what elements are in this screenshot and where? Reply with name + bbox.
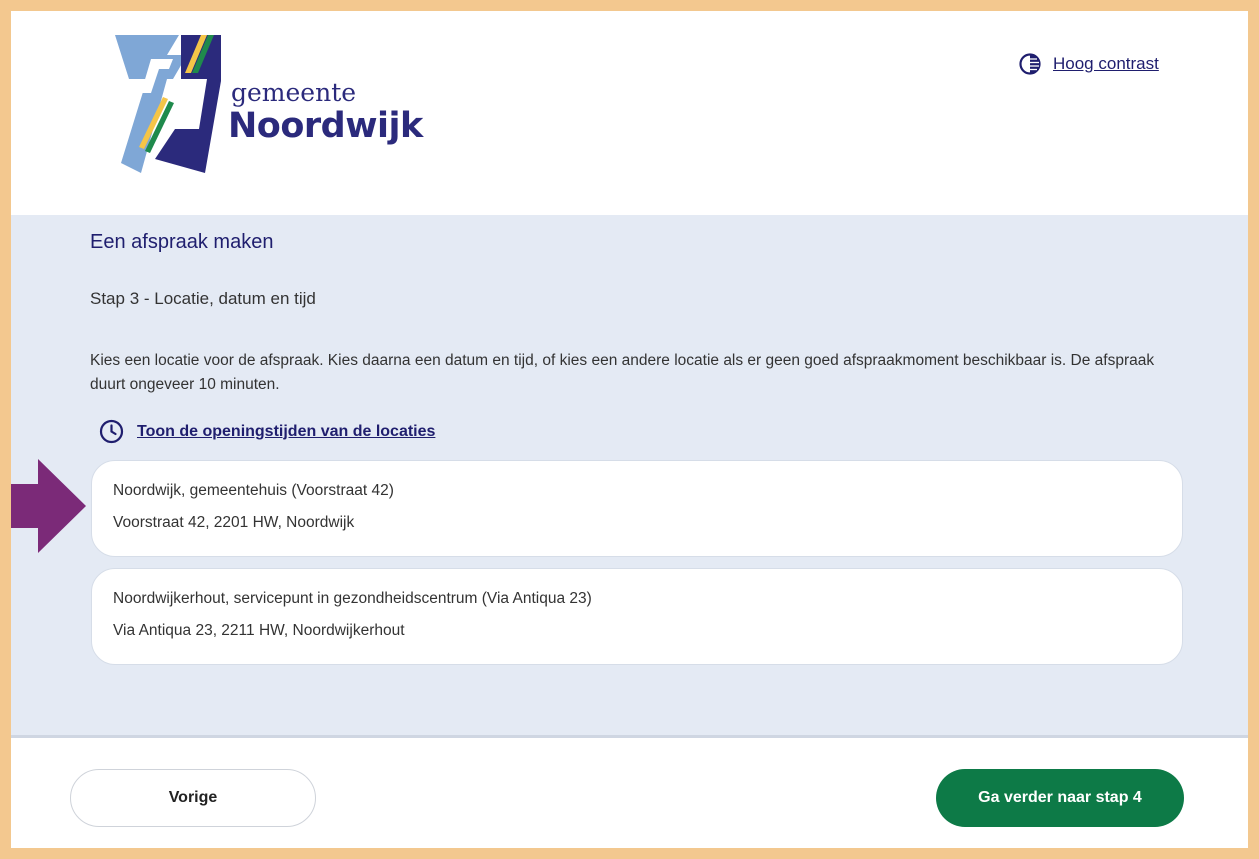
clock-icon xyxy=(99,419,124,444)
site-header: gemeente Noordwijk Hoog contrast xyxy=(11,11,1248,215)
page-title: Een afspraak maken xyxy=(90,231,274,253)
pointer-arrow-icon xyxy=(11,459,86,553)
logo-text-noordwijk: Noordwijk xyxy=(228,106,423,146)
high-contrast-toggle[interactable]: Hoog contrast xyxy=(1019,53,1159,75)
location-option-noordwijk[interactable]: Noordwijk, gemeentehuis (Voorstraat 42) … xyxy=(91,460,1183,557)
page-frame: gemeente Noordwijk Hoog contrast Een afs… xyxy=(11,11,1248,848)
opening-hours-toggle[interactable]: Toon de openingstijden van de locaties xyxy=(99,419,435,444)
logo-text-gemeente: gemeente xyxy=(231,78,357,107)
appointment-panel: Een afspraak maken Stap 3 - Locatie, dat… xyxy=(11,215,1248,735)
municipality-logo[interactable]: gemeente Noordwijk xyxy=(111,33,431,178)
previous-button[interactable]: Vorige xyxy=(70,769,316,827)
step-heading: Stap 3 - Locatie, datum en tijd xyxy=(90,289,316,308)
high-contrast-link[interactable]: Hoog contrast xyxy=(1053,54,1159,74)
step-navigation: Vorige Ga verder naar stap 4 xyxy=(11,735,1248,848)
next-step-button[interactable]: Ga verder naar stap 4 xyxy=(936,769,1184,827)
step-description: Kies een locatie voor de afspraak. Kies … xyxy=(90,352,1155,393)
logo-mark-icon xyxy=(115,35,221,173)
location-option-noordwijkerhout[interactable]: Noordwijkerhout, servicepunt in gezondhe… xyxy=(91,568,1183,665)
location-address: Via Antiqua 23, 2211 HW, Noordwijkerhout xyxy=(113,622,405,639)
contrast-icon xyxy=(1019,53,1041,75)
location-name: Noordwijk, gemeentehuis (Voorstraat 42) xyxy=(113,482,394,499)
opening-hours-link[interactable]: Toon de openingstijden van de locaties xyxy=(137,423,435,441)
location-address: Voorstraat 42, 2201 HW, Noordwijk xyxy=(113,514,355,531)
location-name: Noordwijkerhout, servicepunt in gezondhe… xyxy=(113,590,592,607)
